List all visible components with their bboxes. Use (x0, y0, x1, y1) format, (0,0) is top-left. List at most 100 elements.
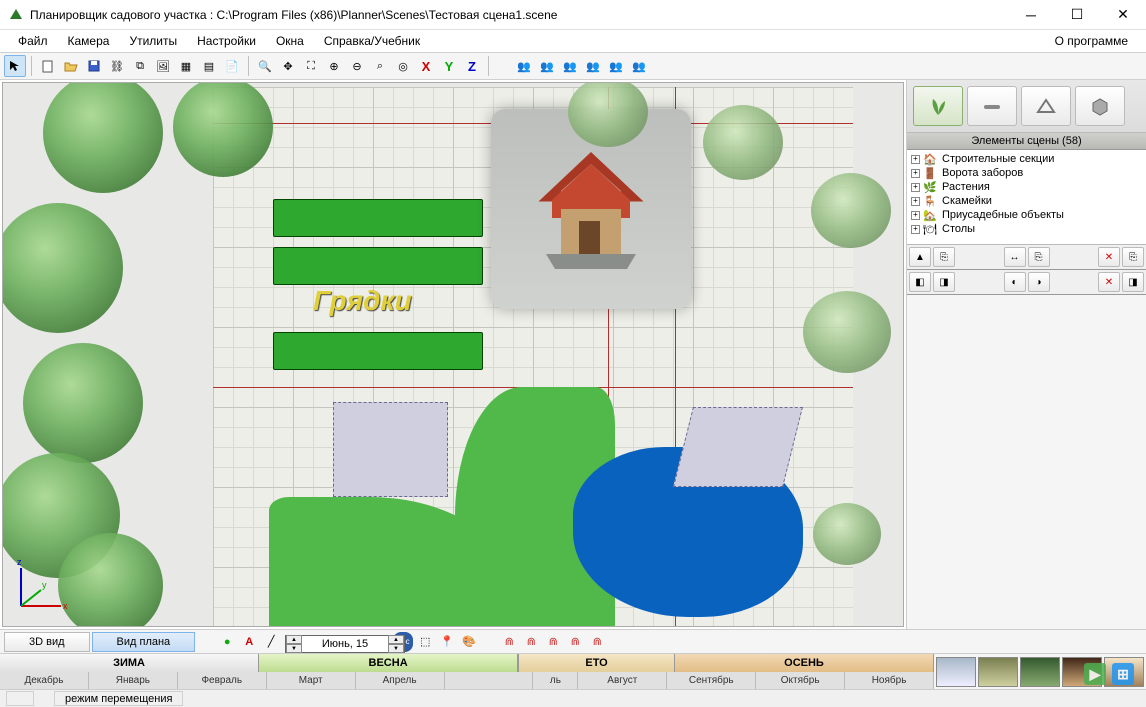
date-up[interactable]: ▲ (286, 635, 302, 644)
rp-btn-del[interactable]: ✕ (1098, 247, 1120, 267)
date-down[interactable]: ▼ (286, 644, 302, 653)
tool-zoom-in[interactable]: ⊕ (323, 55, 345, 77)
rp-btn-del2[interactable]: ✕ (1098, 272, 1120, 292)
bt-select[interactable]: ⬚ (415, 632, 435, 652)
tree-item-plants[interactable]: +🌿Растения (909, 180, 1144, 194)
scene-tree[interactable]: +🏠Строительные секции +🚪Ворота заборов +… (907, 150, 1146, 245)
month-apr[interactable]: Апрель (356, 672, 445, 690)
menu-utilities[interactable]: Утилиты (119, 32, 187, 50)
tool-move[interactable]: ✥ (277, 55, 299, 77)
rp-btn-5[interactable]: ⎘ (1122, 247, 1144, 267)
tree-item-gates[interactable]: +🚪Ворота заборов (909, 166, 1144, 180)
tool-people-6[interactable]: 👥 (628, 55, 650, 77)
tree-item-benches[interactable]: +🪑Скамейки (909, 194, 1144, 208)
rp-btn-1[interactable]: ▲ (909, 247, 931, 267)
month-feb[interactable]: Февраль (178, 672, 267, 690)
tool-zoom-out[interactable]: ⊖ (346, 55, 368, 77)
axis-z-button[interactable]: Z (461, 55, 483, 77)
month-jul[interactable]: ль (533, 672, 578, 690)
rp-btn-2[interactable]: ⎘ (933, 247, 955, 267)
minimize-button[interactable]: ─ (1008, 0, 1054, 29)
rp-tab-box[interactable] (1075, 86, 1125, 126)
tree-item-yard[interactable]: +🏡Приусадебные объекты (909, 208, 1144, 222)
season-spring[interactable]: ВЕСНА (259, 654, 518, 672)
season-summer[interactable]: ЕТО (518, 654, 675, 672)
menu-help[interactable]: Справка/Учебник (314, 32, 430, 50)
date-up2[interactable]: ▲ (388, 635, 404, 644)
month-sep[interactable]: Сентябрь (667, 672, 756, 690)
month-nov[interactable]: Ноябрь (845, 672, 934, 690)
tool-people-4[interactable]: 👥 (582, 55, 604, 77)
month-oct[interactable]: Октябрь (756, 672, 845, 690)
tool-search[interactable]: 🔍 (254, 55, 276, 77)
season-autumn[interactable]: ОСЕНЬ (675, 654, 934, 672)
thumb-1[interactable] (936, 657, 976, 687)
menu-camera[interactable]: Камера (58, 32, 120, 50)
menu-about[interactable]: О программе (1045, 32, 1138, 50)
rp-btn-9[interactable]: ◑ (1028, 272, 1050, 292)
maximize-button[interactable]: ☐ (1054, 0, 1100, 29)
month-dec[interactable]: Декабрь (0, 672, 89, 690)
tool-new[interactable] (37, 55, 59, 77)
month-jan[interactable]: Январь (89, 672, 178, 690)
rp-btn-10[interactable]: ◨ (1122, 272, 1144, 292)
axis-y-button[interactable]: Y (438, 55, 460, 77)
tool-people-3[interactable]: 👥 (559, 55, 581, 77)
tool-zoom-window[interactable]: ⌕ (369, 55, 391, 77)
axis-x-button[interactable]: X (415, 55, 437, 77)
timeline[interactable]: ЗИМА ВЕСНА ЕТО ОСЕНЬ Декабрь Январь Февр… (0, 654, 934, 689)
tool-save[interactable] (83, 55, 105, 77)
tab-plan-view[interactable]: Вид плана (92, 632, 196, 652)
bt-magnet-2[interactable]: ⋒ (521, 632, 541, 652)
rp-btn-3[interactable]: ↔ (1004, 247, 1026, 267)
tool-table[interactable]: ▤ (198, 55, 220, 77)
tool-image[interactable]: 🖼 (152, 55, 174, 77)
thumb-2[interactable] (978, 657, 1018, 687)
tool-target[interactable]: ◎ (392, 55, 414, 77)
tool-zoom-extent[interactable]: ⛶ (300, 55, 322, 77)
date-selector[interactable]: ▲▼ Июнь, 15 ▲▼ (285, 635, 405, 653)
bt-text[interactable]: A (239, 632, 259, 652)
tool-people-5[interactable]: 👥 (605, 55, 627, 77)
month-may[interactable] (445, 672, 534, 690)
tool-doc[interactable]: 📄 (221, 55, 243, 77)
bt-pin[interactable]: 📍 (437, 632, 457, 652)
thumb-3[interactable] (1020, 657, 1060, 687)
season-winter[interactable]: ЗИМА (0, 654, 259, 672)
tool-select[interactable] (4, 55, 26, 77)
rp-btn-8[interactable]: ◐ (1004, 272, 1026, 292)
tool-people-2[interactable]: 👥 (536, 55, 558, 77)
tool-grid[interactable]: ▦ (175, 55, 197, 77)
rp-tab-tools[interactable] (967, 86, 1017, 126)
menu-file[interactable]: Файл (8, 32, 58, 50)
tool-people-1[interactable]: 👥 (513, 55, 535, 77)
tree-item-tables[interactable]: +🍽Столы (909, 222, 1144, 236)
tool-copy[interactable]: ⧉ (129, 55, 151, 77)
bt-magnet-1[interactable]: ⋒ (499, 632, 519, 652)
rp-btn-6[interactable]: ◧ (909, 272, 931, 292)
date-down2[interactable]: ▼ (388, 644, 404, 653)
tab-3d-view[interactable]: 3D вид (4, 632, 90, 652)
month-aug[interactable]: Август (578, 672, 667, 690)
tool-open[interactable] (60, 55, 82, 77)
tool-link[interactable]: ⛓ (106, 55, 128, 77)
bt-magnet-4[interactable]: ⋒ (565, 632, 585, 652)
canvas-area[interactable]: Грядки (0, 80, 906, 629)
tree-item-building[interactable]: +🏠Строительные секции (909, 152, 1144, 166)
menu-windows[interactable]: Окна (266, 32, 314, 50)
bt-magnet-5[interactable]: ⋒ (587, 632, 607, 652)
rp-tab-shapes[interactable] (1021, 86, 1071, 126)
close-button[interactable]: ✕ (1100, 0, 1146, 29)
bt-lightbulb[interactable]: ● (217, 632, 237, 652)
bt-palette[interactable]: 🎨 (459, 632, 479, 652)
rp-btn-7[interactable]: ◨ (933, 272, 955, 292)
month-mar[interactable]: Март (267, 672, 356, 690)
menu-settings[interactable]: Настройки (187, 32, 266, 50)
bed-label: Грядки (313, 285, 412, 317)
bt-magnet-3[interactable]: ⋒ (543, 632, 563, 652)
watermark: ▶ ⊞ (1084, 663, 1134, 685)
bt-line[interactable]: ╱ (261, 632, 281, 652)
rp-tab-plants[interactable] (913, 86, 963, 126)
rp-btn-4[interactable]: ⎘ (1028, 247, 1050, 267)
view-row: 3D вид Вид плана ● A ╱ 📐 ▦ ⛰ 📊 🌐 abc ⬚ 📍… (0, 629, 1146, 653)
